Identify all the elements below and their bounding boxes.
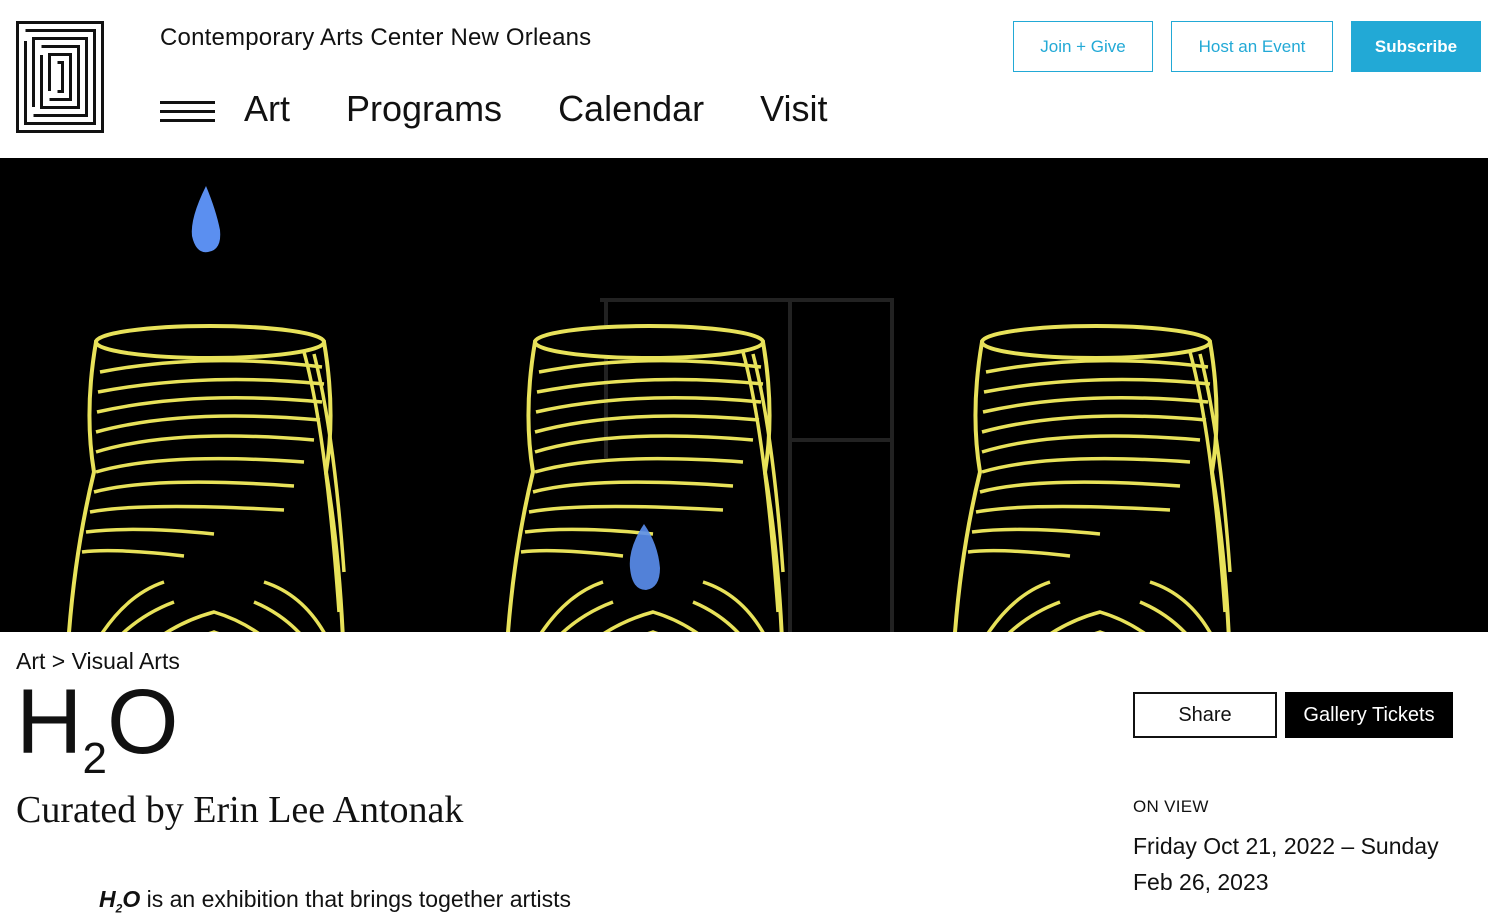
host-event-button[interactable]: Host an Event bbox=[1171, 21, 1333, 72]
hero-image bbox=[0, 158, 1488, 632]
nav-visit[interactable]: Visit bbox=[760, 88, 827, 130]
site-header: Contemporary Arts Center New Orleans Art… bbox=[0, 0, 1488, 158]
subscribe-button[interactable]: Subscribe bbox=[1351, 21, 1481, 72]
nav-programs[interactable]: Programs bbox=[346, 88, 502, 130]
nav-art[interactable]: Art bbox=[244, 88, 290, 130]
intro-text: is an exhibition that brings together ar… bbox=[140, 886, 572, 912]
share-button[interactable]: Share bbox=[1133, 692, 1277, 738]
intro-o: O bbox=[122, 886, 141, 912]
nav-calendar[interactable]: Calendar bbox=[558, 88, 704, 130]
intro-h: H bbox=[99, 886, 116, 912]
title-o: O bbox=[106, 671, 179, 773]
join-give-button[interactable]: Join + Give bbox=[1013, 21, 1153, 72]
on-view-dates: Friday Oct 21, 2022 – Sunday Feb 26, 202… bbox=[1133, 833, 1439, 895]
on-view-label: ON VIEW bbox=[1133, 797, 1209, 816]
site-title[interactable]: Contemporary Arts Center New Orleans bbox=[160, 24, 591, 52]
main-nav: Art Programs Calendar Visit bbox=[244, 88, 828, 130]
page-title: H2O bbox=[16, 676, 178, 781]
water-drop-top bbox=[191, 186, 221, 253]
gallery-tickets-button[interactable]: Gallery Tickets bbox=[1285, 692, 1453, 738]
title-h: H bbox=[16, 671, 82, 773]
intro-paragraph: H2O is an exhibition that brings togethe… bbox=[99, 886, 571, 916]
hero-artwork bbox=[63, 186, 1234, 632]
cac-maze-logo-icon[interactable] bbox=[16, 21, 104, 133]
hamburger-menu-icon[interactable] bbox=[160, 101, 215, 123]
curator-line: Curated by Erin Lee Antonak bbox=[16, 789, 464, 831]
title-subscript: 2 bbox=[82, 734, 107, 783]
